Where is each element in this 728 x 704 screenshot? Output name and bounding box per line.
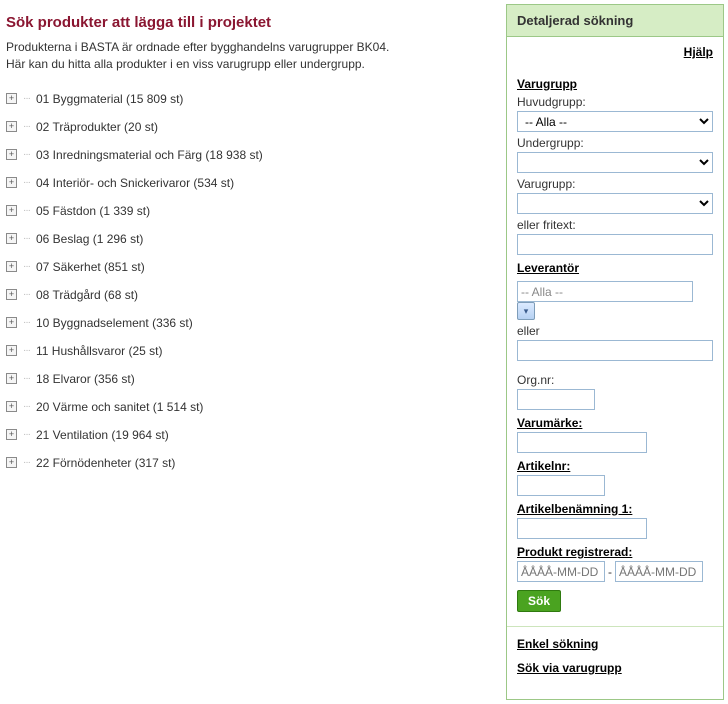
produktreg-section-label: Produkt registrerad: [517, 545, 713, 559]
expand-icon[interactable]: + [6, 373, 17, 384]
tree-connector: ··· [23, 317, 30, 328]
tree-connector: ··· [23, 121, 30, 132]
tree-item[interactable]: + ··· 18 Elvaror (356 st) [6, 370, 496, 388]
tree-item[interactable]: + ··· 02 Träprodukter (20 st) [6, 118, 496, 136]
left-panel: Sök produkter att lägga till i projektet… [4, 4, 506, 700]
varugrupp-label: Varugrupp: [517, 177, 713, 191]
tree-item-label: 22 Förnödenheter (317 st) [36, 456, 175, 470]
expand-icon[interactable]: + [6, 289, 17, 300]
undergrupp-label: Undergrupp: [517, 136, 713, 150]
date-from-input[interactable] [517, 561, 605, 582]
tree-item[interactable]: + ··· 08 Trädgård (68 st) [6, 286, 496, 304]
tree-connector: ··· [23, 345, 30, 356]
artikelbenamning-input[interactable] [517, 518, 647, 539]
tree-item-label: 07 Säkerhet (851 st) [36, 260, 145, 274]
tree-item-label: 20 Värme och sanitet (1 514 st) [36, 400, 203, 414]
expand-icon[interactable]: + [6, 261, 17, 272]
expand-icon[interactable]: + [6, 205, 17, 216]
tree-item[interactable]: + ··· 04 Interiör- och Snickerivaror (534 … [6, 174, 496, 192]
tree-item[interactable]: + ··· 22 Förnödenheter (317 st) [6, 454, 496, 472]
leverantor-section-label: Leverantör [517, 261, 713, 275]
tree-item-label: 02 Träprodukter (20 st) [36, 120, 158, 134]
tree-item-label: 08 Trädgård (68 st) [36, 288, 138, 302]
tree-item-label: 01 Byggmaterial (15 809 st) [36, 92, 183, 106]
varumarke-section-label: Varumärke: [517, 416, 713, 430]
tree-connector: ··· [23, 233, 30, 244]
tree-item[interactable]: + ··· 06 Beslag (1 296 st) [6, 230, 496, 248]
search-panel: Detaljerad sökning Hjälp Varugrupp Huvud… [506, 4, 724, 700]
fritext-label: eller fritext: [517, 218, 713, 232]
expand-icon[interactable]: + [6, 429, 17, 440]
expand-icon[interactable]: + [6, 317, 17, 328]
tree-connector: ··· [23, 261, 30, 272]
search-via-varugrupp-link[interactable]: Sök via varugrupp [517, 661, 713, 675]
artikelbenamning-section-label: Artikelbenämning 1: [517, 502, 713, 516]
leverantor-alt-input[interactable] [517, 340, 713, 361]
tree-item-label: 05 Fästdon (1 339 st) [36, 204, 150, 218]
expand-icon[interactable]: + [6, 177, 17, 188]
expand-icon[interactable]: + [6, 345, 17, 356]
expand-icon[interactable]: + [6, 121, 17, 132]
artikelnr-input[interactable] [517, 475, 605, 496]
tree-item[interactable]: + ··· 10 Byggnadselement (336 st) [6, 314, 496, 332]
tree-item[interactable]: + ··· 11 Hushållsvaror (25 st) [6, 342, 496, 360]
date-to-input[interactable] [615, 561, 703, 582]
tree-item-label: 21 Ventilation (19 964 st) [36, 428, 169, 442]
help-link[interactable]: Hjälp [517, 45, 713, 59]
simple-search-link[interactable]: Enkel sökning [517, 637, 713, 651]
tree-item[interactable]: + ··· 01 Byggmaterial (15 809 st) [6, 90, 496, 108]
orgnr-input[interactable] [517, 389, 595, 410]
tree-item-label: 06 Beslag (1 296 st) [36, 232, 143, 246]
tree-item[interactable]: + ··· 03 Inredningsmaterial och Färg (18 9… [6, 146, 496, 164]
leverantor-dropdown-icon[interactable]: ▾ [517, 302, 535, 320]
huvudgrupp-label: Huvudgrupp: [517, 95, 713, 109]
search-button[interactable]: Sök [517, 590, 561, 612]
varugrupp-select[interactable] [517, 193, 713, 214]
varugrupp-section-label: Varugrupp [517, 77, 713, 91]
expand-icon[interactable]: + [6, 401, 17, 412]
leverantor-input[interactable] [517, 281, 693, 302]
tree-connector: ··· [23, 149, 30, 160]
tree-connector: ··· [23, 401, 30, 412]
product-tree: + ··· 01 Byggmaterial (15 809 st) + ··· 02 Tr… [6, 90, 496, 472]
tree-connector: ··· [23, 205, 30, 216]
tree-connector: ··· [23, 373, 30, 384]
tree-item[interactable]: + ··· 21 Ventilation (19 964 st) [6, 426, 496, 444]
page-title: Sök produkter att lägga till i projektet [6, 14, 496, 31]
tree-item-label: 11 Hushållsvaror (25 st) [36, 344, 163, 358]
eller-label: eller [517, 324, 713, 338]
search-panel-header: Detaljerad sökning [507, 5, 723, 37]
tree-item[interactable]: + ··· 20 Värme och sanitet (1 514 st) [6, 398, 496, 416]
tree-item-label: 03 Inredningsmaterial och Färg (18 938 s… [36, 148, 263, 162]
expand-icon[interactable]: + [6, 93, 17, 104]
tree-connector: ··· [23, 429, 30, 440]
expand-icon[interactable]: + [6, 233, 17, 244]
tree-item-label: 18 Elvaror (356 st) [36, 372, 135, 386]
tree-connector: ··· [23, 177, 30, 188]
huvudgrupp-select[interactable]: -- Alla -- [517, 111, 713, 132]
tree-connector: ··· [23, 457, 30, 468]
fritext-input[interactable] [517, 234, 713, 255]
varumarke-input[interactable] [517, 432, 647, 453]
tree-item[interactable]: + ··· 05 Fästdon (1 339 st) [6, 202, 496, 220]
tree-item-label: 04 Interiör- och Snickerivaror (534 st) [36, 176, 234, 190]
tree-item-label: 10 Byggnadselement (336 st) [36, 316, 193, 330]
artikelnr-section-label: Artikelnr: [517, 459, 713, 473]
tree-item[interactable]: + ··· 07 Säkerhet (851 st) [6, 258, 496, 276]
intro-text: Produkterna i BASTA är ordnade efter byg… [6, 39, 496, 74]
tree-connector: ··· [23, 93, 30, 104]
orgnr-label: Org.nr: [517, 373, 713, 387]
expand-icon[interactable]: + [6, 149, 17, 160]
undergrupp-select[interactable] [517, 152, 713, 173]
tree-connector: ··· [23, 289, 30, 300]
expand-icon[interactable]: + [6, 457, 17, 468]
